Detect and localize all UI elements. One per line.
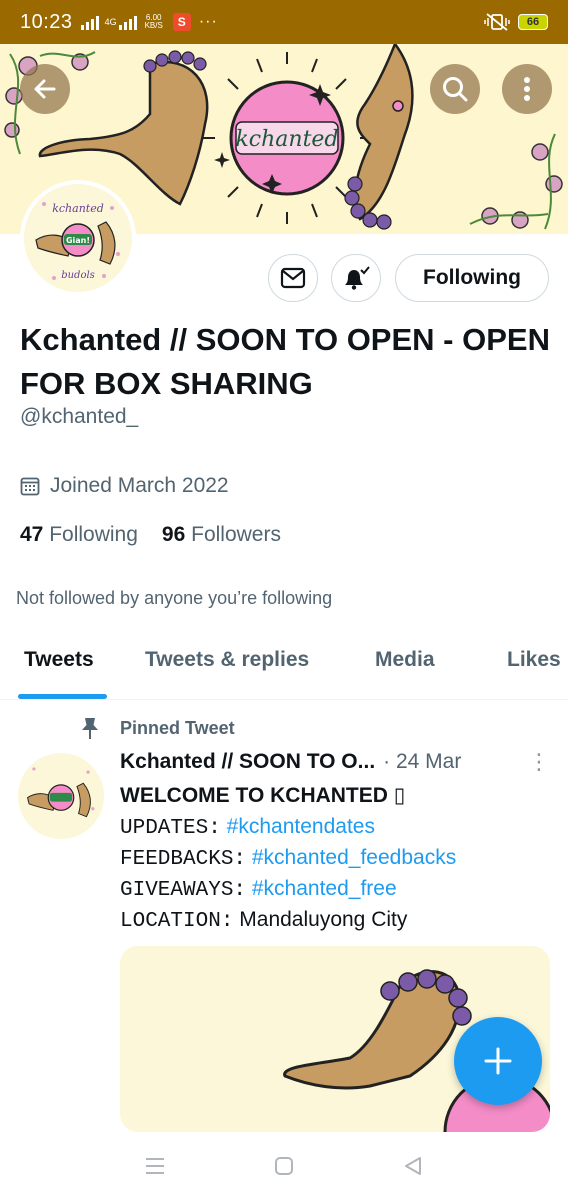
location-value: Mandaluyong City [239, 908, 408, 931]
tweet-header: Kchanted // SOON TO O... · 24 Mar ⋮ [120, 750, 550, 774]
tweet-line-feedbacks: FEEDBACKS: #kchanted_feedbacks [120, 846, 456, 871]
not-followed-notice: Not followed by anyone you’re following [16, 588, 333, 608]
avatar-image: kchanted Gian! budols [24, 184, 132, 292]
joined-text: Joined March 2022 [50, 474, 229, 497]
tweet-line-giveaways: GIVEAWAYS: #kchanted_free [120, 877, 397, 902]
message-button[interactable] [268, 254, 318, 302]
recents-icon[interactable] [144, 1156, 166, 1176]
line-key: UPDATES: [120, 817, 221, 840]
following-button[interactable]: Following [395, 254, 549, 302]
avatar-text-top: kchanted [52, 202, 104, 215]
tab-media[interactable]: Media [375, 648, 435, 672]
profile-name: Kchanted // SOON TO OPEN - OPEN FOR BOX … [20, 322, 550, 401]
tweet-line-location: LOCATION: Mandaluyong City [120, 908, 407, 933]
notifications-button[interactable] [331, 254, 381, 302]
line-key: LOCATION: [120, 910, 234, 933]
arrow-left-icon [34, 79, 56, 99]
back-button[interactable] [20, 64, 70, 114]
joined-date: Joined March 2022 [20, 474, 229, 498]
following-count-link[interactable]: 47 Following [20, 523, 138, 547]
tweet-title: WELCOME TO KCHANTED ▯ [120, 784, 406, 807]
active-tab-indicator [18, 694, 107, 699]
avatar-text-center: Gian! [66, 236, 90, 245]
back-triangle-icon[interactable] [402, 1155, 424, 1177]
pin-icon [82, 718, 98, 739]
tweet-more-icon[interactable]: ⋮ [528, 751, 550, 773]
kebab-vertical-icon [524, 77, 530, 101]
system-nav-bar [0, 1132, 568, 1200]
pinned-text: Pinned Tweet [120, 717, 235, 738]
following-count: 47 [20, 523, 44, 546]
followers-label: Followers [191, 523, 281, 546]
hashtag-link[interactable]: #kchanted_free [252, 877, 397, 900]
speed-unit: KB/S [144, 21, 163, 30]
follow-counts: 47 Following 96 Followers [20, 523, 281, 547]
followers-count: 96 [161, 523, 186, 546]
search-icon [443, 77, 468, 102]
more-options-button[interactable] [502, 64, 552, 114]
line-key: FEEDBACKS: [120, 848, 247, 871]
home-square-icon[interactable] [273, 1155, 295, 1177]
plus-icon [484, 1047, 512, 1075]
tab-tweets[interactable]: Tweets [24, 648, 94, 672]
compose-tweet-button[interactable] [454, 1017, 542, 1105]
avatar-text-bottom: budols [61, 270, 95, 281]
signal-icon [80, 14, 99, 30]
profile-avatar[interactable]: kchanted Gian! budols [20, 180, 136, 296]
network-type: 4G [104, 17, 117, 27]
line-key: GIVEAWAYS: [120, 879, 247, 902]
profile-handle: @kchanted_ [20, 405, 139, 428]
tweet-line-updates: UPDATES: #kchantendates [120, 815, 375, 840]
banner-brand-text: kchanted [235, 127, 338, 152]
search-button[interactable] [430, 64, 480, 114]
hashtag-link[interactable]: #kchanted_feedbacks [252, 846, 456, 869]
tweet-avatar[interactable] [18, 753, 104, 839]
status-time: 10:23 [20, 10, 73, 33]
tweet-date[interactable]: · 24 Mar [383, 750, 461, 774]
tweet-author[interactable]: Kchanted // SOON TO O... [120, 750, 375, 774]
battery-icon: 66 [518, 14, 548, 30]
shopee-notification-icon: S [172, 13, 191, 31]
more-notifications-icon: ··· [198, 13, 218, 30]
mail-icon [280, 267, 306, 289]
signal-icon-2 [118, 14, 137, 30]
following-label: Following [49, 523, 138, 546]
pinned-label: Pinned Tweet [80, 716, 235, 740]
vibrate-icon [484, 13, 510, 31]
calendar-icon [20, 477, 40, 496]
followers-count-link[interactable]: 96 Followers [162, 523, 281, 547]
network-speed: 6.00 KB/S [145, 14, 163, 30]
profile-tabs: Tweets Tweets & replies Media Likes [0, 630, 568, 700]
hashtag-link[interactable]: #kchantendates [227, 815, 375, 838]
bell-check-icon [345, 266, 370, 290]
tab-likes[interactable]: Likes [507, 648, 561, 672]
status-bar: 10:23 4G 6.00 KB/S S ··· 66 [0, 0, 568, 44]
tab-tweets-replies[interactable]: Tweets & replies [145, 648, 309, 672]
